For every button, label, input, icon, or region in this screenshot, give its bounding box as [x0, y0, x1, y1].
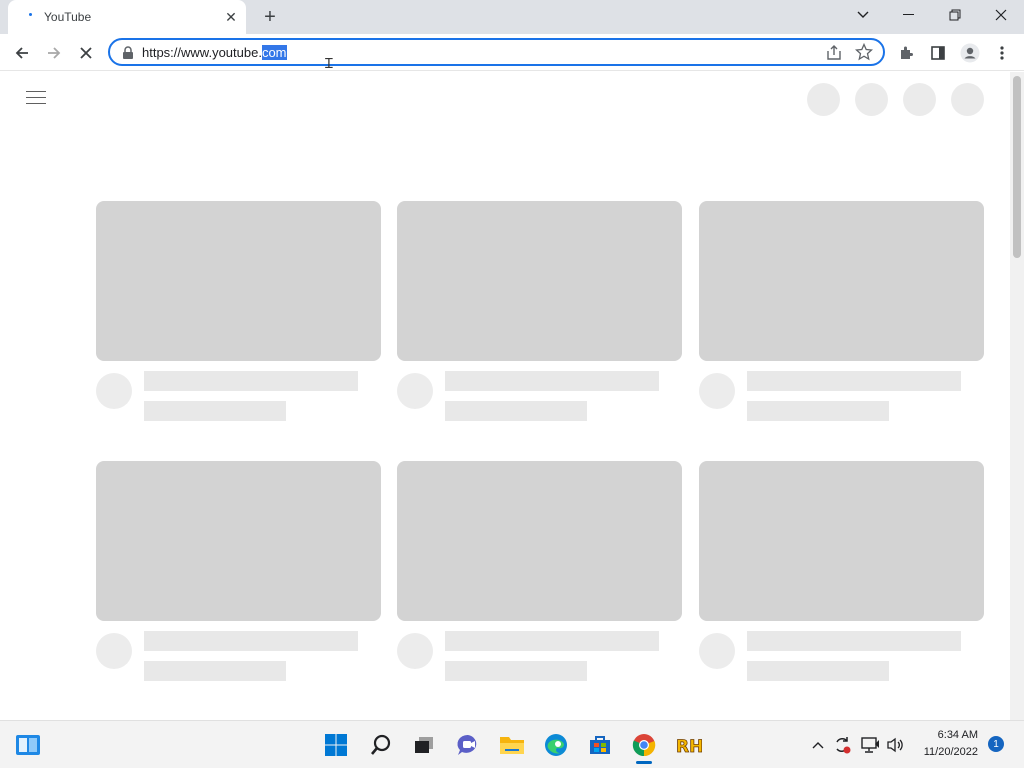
avatar-placeholder: [397, 373, 433, 409]
edge-icon[interactable]: [542, 731, 570, 759]
thumbnail-placeholder: [699, 201, 984, 361]
header-placeholder-circle: [951, 83, 984, 116]
avatar-placeholder: [699, 373, 735, 409]
url-selection: com: [261, 45, 287, 60]
bookmark-star-icon[interactable]: [855, 43, 873, 61]
tab-search-button[interactable]: [840, 0, 886, 30]
header-placeholder-circle: [903, 83, 936, 116]
svg-text:RH: RH: [676, 737, 702, 757]
page-scrollbar[interactable]: [1010, 72, 1024, 720]
meta-placeholder: [445, 401, 587, 421]
puzzle-icon: [901, 46, 913, 59]
meta-placeholder: [747, 401, 889, 421]
title-placeholder: [747, 631, 961, 651]
header-placeholder-circle: [807, 83, 840, 116]
chrome-icon[interactable]: [630, 731, 658, 764]
video-card-placeholder: [699, 201, 984, 421]
video-card-placeholder: [96, 201, 381, 421]
rh-app-icon[interactable]: RH: [674, 731, 702, 759]
video-card-placeholder: [96, 461, 381, 681]
thumbnail-placeholder: [397, 461, 682, 621]
title-placeholder: [445, 371, 659, 391]
share-icon[interactable]: [825, 44, 843, 62]
restore-button[interactable]: [932, 0, 978, 30]
stop-icon: [80, 47, 92, 59]
title-placeholder: [747, 371, 961, 391]
header-placeholder-circle: [855, 83, 888, 116]
tab-youtube[interactable]: YouTube ✕: [8, 0, 246, 34]
forward-arrow-icon: [48, 47, 61, 59]
tab-close-icon[interactable]: ✕: [220, 6, 242, 28]
title-placeholder: [445, 631, 659, 651]
tab-title: YouTube: [44, 10, 92, 24]
scrollbar-thumb[interactable]: [1013, 76, 1021, 258]
tab-strip: YouTube ✕ +: [0, 0, 1024, 34]
video-card-placeholder: [397, 201, 682, 421]
widgets-icon[interactable]: [14, 731, 42, 759]
url-prefix: https://www.youtube.: [142, 45, 262, 60]
meta-placeholder: [747, 661, 889, 681]
volume-icon[interactable]: [884, 731, 908, 759]
task-view-icon[interactable]: [410, 731, 438, 759]
avatar-placeholder: [96, 373, 132, 409]
start-icon[interactable]: [322, 731, 350, 759]
file-explorer-icon[interactable]: [498, 731, 526, 759]
meta-placeholder: [445, 661, 587, 681]
thumbnail-placeholder: [96, 461, 381, 621]
lock-icon: [123, 46, 133, 59]
thumbnail-placeholder: [397, 201, 682, 361]
loading-favicon-icon: [22, 9, 38, 25]
forward-button[interactable]: [40, 39, 68, 67]
minimize-button[interactable]: [886, 0, 932, 30]
taskbar: RH 6:34 AM 11/20/2022 1: [0, 720, 1024, 768]
show-hidden-icons-chevron-icon[interactable]: [808, 731, 828, 759]
search-icon[interactable]: [367, 731, 395, 759]
text-cursor-icon: Ɪ: [325, 55, 333, 71]
kebab-menu-icon: [1000, 46, 1004, 60]
avatar-placeholder: [96, 633, 132, 669]
teams-chat-icon[interactable]: [454, 731, 482, 759]
clock-time[interactable]: 6:34 AM: [916, 729, 978, 741]
side-panel-icon: [931, 46, 945, 60]
profile-avatar-icon: [960, 43, 980, 63]
back-button[interactable]: [8, 39, 36, 67]
meta-placeholder: [144, 401, 286, 421]
side-panel-button[interactable]: [924, 39, 952, 67]
browser-toolbar: https://www.youtube.com: [0, 34, 1024, 71]
active-app-indicator: [636, 761, 652, 764]
address-bar[interactable]: https://www.youtube.com: [108, 38, 885, 66]
network-icon[interactable]: [858, 731, 882, 759]
video-card-placeholder: [397, 461, 682, 681]
page-content: [0, 72, 1024, 720]
notification-badge[interactable]: 1: [988, 736, 1004, 752]
title-placeholder: [144, 631, 358, 651]
extensions-button[interactable]: [892, 39, 920, 67]
avatar-placeholder: [699, 633, 735, 669]
video-card-placeholder: [699, 461, 984, 681]
close-window-button[interactable]: [978, 0, 1024, 30]
avatar-placeholder: [397, 633, 433, 669]
hamburger-menu-icon[interactable]: [26, 91, 46, 105]
stop-loading-button[interactable]: [72, 39, 100, 67]
title-placeholder: [144, 371, 358, 391]
back-arrow-icon: [15, 47, 28, 59]
store-icon[interactable]: [586, 731, 614, 759]
thumbnail-placeholder: [96, 201, 381, 361]
profile-button[interactable]: [956, 39, 984, 67]
sync-icon[interactable]: [830, 731, 854, 759]
chrome-menu-button[interactable]: [988, 39, 1016, 67]
thumbnail-placeholder: [699, 461, 984, 621]
clock-date[interactable]: 11/20/2022: [908, 746, 978, 758]
meta-placeholder: [144, 661, 286, 681]
new-tab-button[interactable]: +: [258, 5, 282, 29]
url-text[interactable]: https://www.youtube.com: [142, 45, 287, 60]
